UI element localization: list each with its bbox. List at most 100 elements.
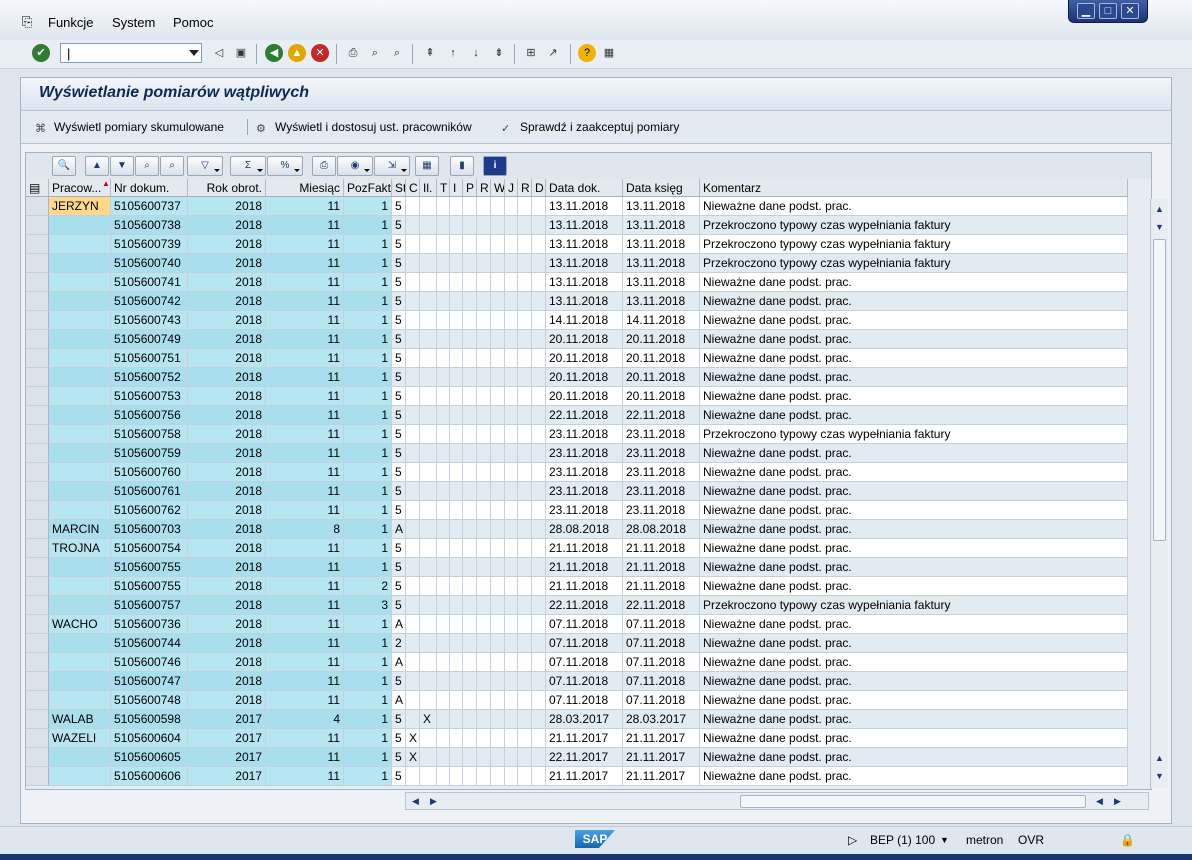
scroll-down-icon[interactable]: ▼ [1152, 219, 1167, 235]
cell-j[interactable] [505, 710, 518, 729]
row-selector[interactable] [26, 748, 49, 767]
cell-nr-dokum[interactable]: 5105600747 [111, 672, 188, 691]
cell-st[interactable]: 5 [392, 444, 406, 463]
cell-w[interactable] [491, 330, 505, 349]
cell-pozfakt[interactable]: 1 [344, 748, 392, 767]
cell-p[interactable] [463, 767, 477, 786]
cell-j[interactable] [505, 387, 518, 406]
cell-i[interactable] [450, 216, 463, 235]
cell-komentarz[interactable]: Nieważne dane podst. prac. [700, 273, 1128, 292]
cell-t[interactable] [437, 368, 450, 387]
cell-r[interactable] [477, 539, 491, 558]
cell-komentarz[interactable]: Nieważne dane podst. prac. [700, 444, 1128, 463]
new-session-icon[interactable]: ⊞ [522, 44, 540, 62]
cell-data-dok[interactable]: 20.11.2018 [546, 349, 623, 368]
cell-pracownik[interactable] [49, 444, 111, 463]
cell-data-dok[interactable]: 21.11.2017 [546, 767, 623, 786]
column-header-i[interactable]: I [450, 179, 463, 197]
cell-il[interactable] [420, 653, 437, 672]
vertical-scrollbar[interactable]: ▲ ▼ ▲ ▼ [1150, 199, 1168, 788]
cell-nr-dokum[interactable]: 5105600759 [111, 444, 188, 463]
cell-w[interactable] [491, 197, 505, 216]
cell-il[interactable] [420, 254, 437, 273]
cell-p[interactable] [463, 254, 477, 273]
cell-j[interactable] [505, 672, 518, 691]
cell-miesiac[interactable]: 11 [266, 311, 344, 330]
cell-data-dok[interactable]: 13.11.2018 [546, 216, 623, 235]
cell-data-dok[interactable]: 13.11.2018 [546, 197, 623, 216]
cell-data-dok[interactable]: 20.11.2018 [546, 368, 623, 387]
cell-st[interactable]: 5 [392, 330, 406, 349]
find-next-icon[interactable]: ⌕ [388, 44, 406, 62]
cell-c[interactable] [406, 615, 420, 634]
cell-p[interactable] [463, 463, 477, 482]
cell-r2[interactable] [518, 235, 532, 254]
cell-d[interactable] [532, 539, 546, 558]
cell-st[interactable]: A [392, 520, 406, 539]
cell-st[interactable]: 5 [392, 767, 406, 786]
cell-pozfakt[interactable]: 1 [344, 463, 392, 482]
cell-t[interactable] [437, 653, 450, 672]
cell-r[interactable] [477, 577, 491, 596]
print-preview-icon[interactable]: ⎙ [312, 156, 336, 176]
cell-c[interactable] [406, 520, 420, 539]
scroll-left-end-icon[interactable]: ◀ [1092, 793, 1107, 809]
cell-st[interactable]: 5 [392, 216, 406, 235]
cell-il[interactable] [420, 767, 437, 786]
row-selector[interactable] [26, 387, 49, 406]
cell-il[interactable]: X [420, 710, 437, 729]
cell-rok-obrot[interactable]: 2018 [188, 691, 266, 710]
cell-rok-obrot[interactable]: 2017 [188, 710, 266, 729]
cell-r2[interactable] [518, 653, 532, 672]
cell-il[interactable] [420, 520, 437, 539]
cell-pozfakt[interactable]: 1 [344, 292, 392, 311]
cell-w[interactable] [491, 368, 505, 387]
cell-il[interactable] [420, 482, 437, 501]
cell-miesiac[interactable]: 11 [266, 273, 344, 292]
alv-find-icon[interactable]: ⌕ [135, 156, 159, 176]
cell-nr-dokum[interactable]: 5105600737 [111, 197, 188, 216]
cell-i[interactable] [450, 235, 463, 254]
cell-c[interactable] [406, 368, 420, 387]
cell-data-ksieg[interactable]: 23.11.2018 [623, 501, 700, 520]
cell-pracownik[interactable] [49, 463, 111, 482]
cell-pracownik[interactable] [49, 387, 111, 406]
cell-r2[interactable] [518, 254, 532, 273]
cell-miesiac[interactable]: 11 [266, 463, 344, 482]
back-icon[interactable]: ◀ [265, 44, 283, 62]
cell-r[interactable] [477, 254, 491, 273]
cell-r[interactable] [477, 406, 491, 425]
cell-i[interactable] [450, 672, 463, 691]
cell-r[interactable] [477, 615, 491, 634]
cell-pozfakt[interactable]: 1 [344, 330, 392, 349]
cell-r[interactable] [477, 691, 491, 710]
subtotal-icon[interactable]: % [267, 156, 303, 176]
cell-komentarz[interactable]: Nieważne dane podst. prac. [700, 710, 1128, 729]
cell-miesiac[interactable]: 11 [266, 482, 344, 501]
cell-r2[interactable] [518, 482, 532, 501]
cell-c[interactable] [406, 406, 420, 425]
cell-data-dok[interactable]: 13.11.2018 [546, 292, 623, 311]
cell-rok-obrot[interactable]: 2018 [188, 273, 266, 292]
cell-il[interactable] [420, 729, 437, 748]
cell-st[interactable]: 5 [392, 748, 406, 767]
cell-st[interactable]: 5 [392, 235, 406, 254]
cell-pracownik[interactable] [49, 425, 111, 444]
cell-c[interactable] [406, 577, 420, 596]
cell-st[interactable]: 5 [392, 672, 406, 691]
cell-c[interactable] [406, 710, 420, 729]
cell-pozfakt[interactable]: 1 [344, 197, 392, 216]
cell-r[interactable] [477, 444, 491, 463]
cell-st[interactable]: 5 [392, 349, 406, 368]
cell-pracownik[interactable] [49, 368, 111, 387]
cell-j[interactable] [505, 197, 518, 216]
cell-nr-dokum[interactable]: 5105600758 [111, 425, 188, 444]
cell-data-ksieg[interactable]: 22.11.2018 [623, 596, 700, 615]
cell-w[interactable] [491, 596, 505, 615]
cell-p[interactable] [463, 273, 477, 292]
cell-w[interactable] [491, 615, 505, 634]
cell-j[interactable] [505, 368, 518, 387]
cell-pozfakt[interactable]: 1 [344, 558, 392, 577]
maximize-icon[interactable]: □ [1099, 3, 1117, 19]
cell-i[interactable] [450, 273, 463, 292]
